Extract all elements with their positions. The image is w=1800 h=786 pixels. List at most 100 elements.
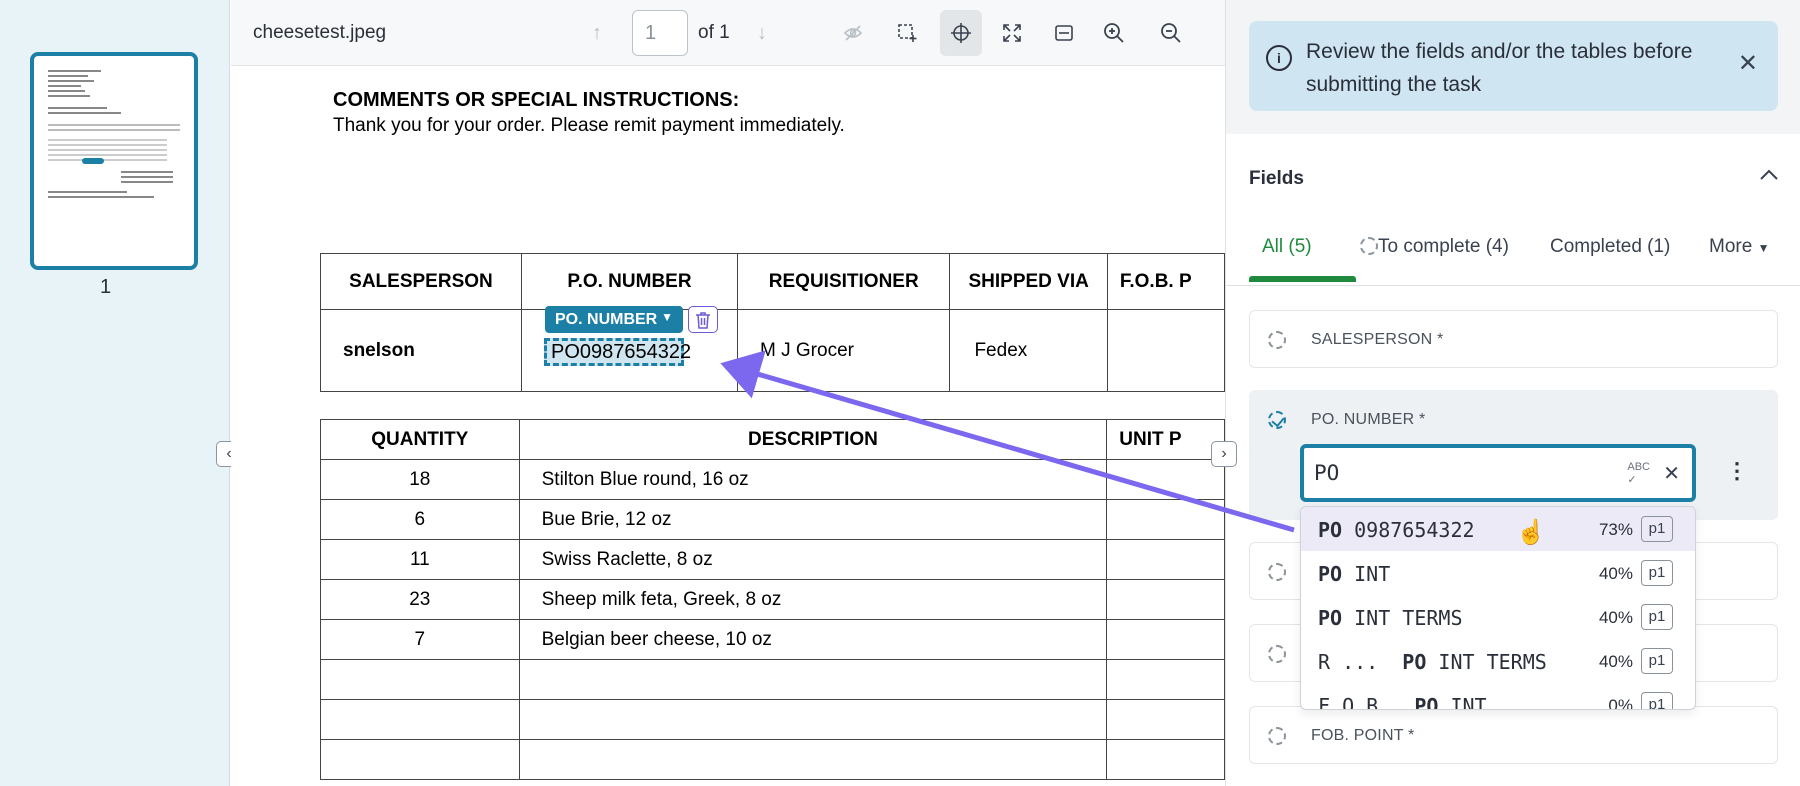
table-cell bbox=[518, 699, 1108, 740]
table-cell: snelson bbox=[320, 309, 522, 392]
caret-down-icon: ▼ bbox=[1757, 241, 1770, 255]
info-icon: i bbox=[1266, 45, 1292, 71]
table-row: 6 Bue Brie, 12 oz bbox=[320, 499, 1225, 540]
tab-label: To complete (4) bbox=[1378, 236, 1509, 257]
status-incomplete-icon bbox=[1268, 645, 1286, 663]
info-message: Review the fields and/or the tables befo… bbox=[1306, 40, 1693, 96]
table-cell: 18 bbox=[320, 459, 520, 500]
table-cell: 23 bbox=[320, 579, 520, 620]
file-name: cheesetest.jpeg bbox=[253, 22, 387, 43]
collapse-fields-button[interactable] bbox=[1759, 164, 1779, 187]
column-header: DESCRIPTION bbox=[518, 419, 1108, 460]
column-header: SALESPERSON bbox=[320, 253, 522, 310]
clear-input-button[interactable]: ✕ bbox=[1663, 461, 1680, 486]
table-row: 11 Swiss Raclette, 8 oz bbox=[320, 539, 1225, 580]
suggestion-option[interactable]: PO INT TERMS 40% p1 bbox=[1301, 595, 1695, 639]
table-row bbox=[320, 739, 1225, 780]
column-header: UNIT P bbox=[1106, 419, 1225, 460]
zoom-in-button[interactable] bbox=[1097, 16, 1131, 50]
table-row: 7 Belgian beer cheese, 10 oz bbox=[320, 619, 1225, 660]
confidence-score: 40% bbox=[1598, 652, 1633, 671]
hide-annotations-button[interactable] bbox=[836, 16, 870, 50]
zoom-out-icon bbox=[1161, 23, 1181, 43]
page-thumbnail[interactable] bbox=[30, 52, 198, 270]
suggestion-text: R ... PO INT TERMS bbox=[1318, 650, 1547, 674]
table-cell: Fedex bbox=[949, 309, 1108, 392]
po-number-input[interactable]: PO ABC ✓ ✕ bbox=[1300, 444, 1696, 502]
tab-all[interactable]: All (5) bbox=[1262, 236, 1312, 258]
table-cell bbox=[1106, 539, 1225, 580]
field-label: PO. NUMBER * bbox=[1311, 411, 1426, 428]
confidence-score: 40% bbox=[1598, 608, 1633, 627]
suggestion-option[interactable]: F.O.B. PO INT 0% p1 bbox=[1301, 683, 1695, 710]
zoom-in-icon bbox=[1104, 23, 1124, 43]
table-header-row: SALESPERSON P.O. NUMBER REQUISITIONER SH… bbox=[320, 253, 1225, 310]
fit-width-button[interactable] bbox=[1047, 16, 1081, 50]
pointer-hand-icon: ☝ bbox=[1516, 519, 1546, 546]
table-cell: 7 bbox=[320, 619, 520, 660]
field-row-fob-point[interactable]: FOB. POINT * bbox=[1249, 706, 1778, 764]
field-row-salesperson[interactable]: SALESPERSON * bbox=[1249, 310, 1778, 368]
page-badge: p1 bbox=[1641, 648, 1673, 674]
line-items-table: QUANTITY DESCRIPTION UNIT P 18 Stilton Bl… bbox=[320, 419, 1225, 780]
table-cell bbox=[1106, 459, 1225, 500]
caret-down-icon: ▼ bbox=[661, 310, 673, 324]
previous-page-button[interactable]: ↑ bbox=[580, 16, 614, 50]
trash-icon bbox=[696, 311, 710, 329]
suggestion-option[interactable]: PO 0987654322 73% p1 bbox=[1301, 507, 1695, 551]
close-banner-button[interactable]: ✕ bbox=[1738, 49, 1758, 78]
suggestion-text: F.O.B. PO INT bbox=[1318, 694, 1487, 710]
spellcheck-button[interactable]: ABC ✓ bbox=[1627, 461, 1650, 486]
column-header: F.O.B. P bbox=[1106, 253, 1225, 310]
select-region-button[interactable] bbox=[890, 16, 924, 50]
confidence-score: 40% bbox=[1598, 564, 1633, 583]
table-cell: Belgian beer cheese, 10 oz bbox=[518, 619, 1108, 660]
table-cell bbox=[1106, 579, 1225, 620]
suggestion-option[interactable]: R ... PO INT TERMS 40% p1 bbox=[1301, 639, 1695, 683]
annotation-label-chip[interactable]: PO. NUMBER ▼ bbox=[545, 306, 683, 333]
thumbnail-page-number: 1 bbox=[100, 276, 112, 298]
tab-completed[interactable]: Completed (1) bbox=[1550, 236, 1670, 258]
table-cell bbox=[320, 739, 520, 780]
tab-more[interactable]: More ▼ bbox=[1709, 236, 1769, 258]
input-value: PO bbox=[1314, 461, 1340, 485]
spellcheck-icon: ABC bbox=[1627, 461, 1650, 473]
thumbnail-preview bbox=[48, 70, 180, 201]
status-complete-icon bbox=[1268, 411, 1286, 434]
suggestion-text: PO 0987654322 bbox=[1318, 518, 1475, 542]
tab-label: More bbox=[1709, 236, 1753, 257]
document-viewer: COMMENTS OR SPECIAL INSTRUCTIONS: Thank … bbox=[231, 67, 1225, 786]
table-row: 18 Stilton Blue round, 16 oz bbox=[320, 459, 1225, 500]
annotated-po-value[interactable]: PO0987654322 bbox=[544, 338, 691, 366]
next-page-button[interactable]: ↓ bbox=[745, 16, 779, 50]
page-number-input[interactable]: 1 bbox=[632, 10, 688, 56]
suggestion-option[interactable]: PO INT 40% p1 bbox=[1301, 551, 1695, 595]
status-incomplete-icon bbox=[1268, 331, 1286, 349]
table-cell bbox=[518, 659, 1108, 700]
fields-title: Fields bbox=[1249, 168, 1304, 189]
table-row bbox=[320, 659, 1225, 700]
page-badge: p1 bbox=[1641, 692, 1673, 709]
comments-title: COMMENTS OR SPECIAL INSTRUCTIONS: bbox=[333, 89, 740, 111]
tab-to-complete[interactable]: To complete (4) bbox=[1360, 236, 1509, 258]
field-options-button[interactable]: ⋮ bbox=[1726, 458, 1748, 484]
table-cell bbox=[1106, 739, 1225, 780]
column-header: P.O. NUMBER bbox=[520, 253, 739, 310]
table-cell bbox=[518, 739, 1108, 780]
collapse-panel-button[interactable]: › bbox=[1211, 441, 1237, 467]
delete-annotation-button[interactable] bbox=[688, 306, 718, 333]
arrow-down-icon: ↓ bbox=[757, 21, 767, 44]
crosshair-tool-button[interactable] bbox=[940, 10, 982, 56]
table-header-row: QUANTITY DESCRIPTION UNIT P bbox=[320, 419, 1225, 460]
confidence-score: 73% bbox=[1598, 520, 1633, 539]
zoom-out-button[interactable] bbox=[1154, 16, 1188, 50]
table-row: snelson M J Grocer Fedex bbox=[320, 309, 1225, 392]
viewer-toolbar: cheesetest.jpeg ↑ 1 of 1 ↓ bbox=[231, 0, 1225, 66]
fit-page-button[interactable] bbox=[995, 16, 1029, 50]
table-cell: 11 bbox=[320, 539, 520, 580]
page-badge: p1 bbox=[1641, 560, 1673, 586]
suggestions-dropdown: PO 0987654322 73% p1 PO INT 40% p1 PO IN… bbox=[1300, 506, 1696, 710]
chevron-right-icon: › bbox=[1221, 445, 1227, 462]
page-badge: p1 bbox=[1641, 516, 1673, 542]
comments-text: Thank you for your order. Please remit p… bbox=[333, 115, 845, 136]
